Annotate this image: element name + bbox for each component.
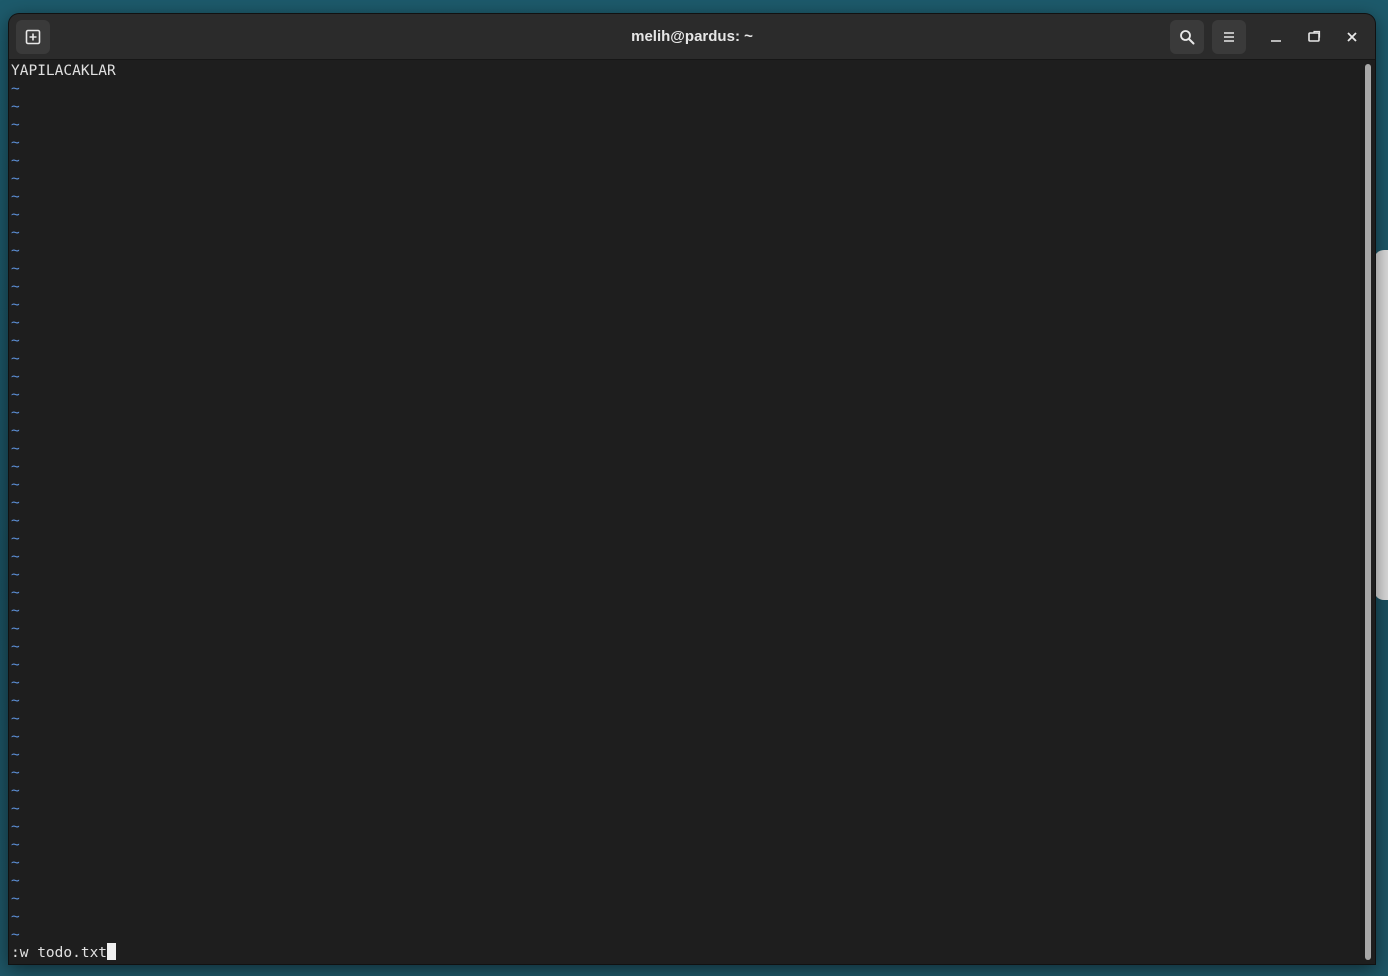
command-text: :w todo.txt [11,945,108,961]
empty-line-marker: ~ [11,441,20,457]
empty-line-marker: ~ [11,423,20,439]
empty-line-marker: ~ [11,729,20,745]
empty-line-marker: ~ [11,135,20,151]
background-window-edge [1374,250,1388,600]
empty-line-marker: ~ [11,711,20,727]
text-cursor [107,943,117,960]
search-icon [1180,30,1195,45]
new-tab-button[interactable] [16,20,50,54]
empty-line-marker: ~ [11,477,20,493]
main-menu-button[interactable] [1212,20,1246,54]
empty-line-marker: ~ [11,459,20,475]
empty-line-marker: ~ [11,207,20,223]
empty-line-marker: ~ [11,189,20,205]
empty-line-marker: ~ [11,243,20,259]
empty-line-marker: ~ [11,855,20,871]
close-button[interactable] [1339,24,1365,50]
scrollbar[interactable] [1365,64,1371,960]
command-line[interactable]: :w todo.txt [11,943,117,962]
empty-line-marker: ~ [11,567,20,583]
empty-line-marker: ~ [11,819,20,835]
empty-line-marker: ~ [11,369,20,385]
empty-line-marker: ~ [11,765,20,781]
empty-line-marker: ~ [11,693,20,709]
empty-line-marker: ~ [11,783,20,799]
terminal-content[interactable]: YAPILACAKLAR ~ ~ ~ ~ ~ ~ ~ ~ ~ ~ ~ ~ ~ ~ ~ ~ ~ ~ ~ ~ ~ ~ ~ ~ ~ ~ ~… [9,61,1361,964]
empty-line-marker: ~ [11,873,20,889]
empty-line-marker: ~ [11,495,20,511]
empty-line-marker: ~ [11,405,20,421]
empty-line-marker: ~ [11,603,20,619]
empty-line-marker: ~ [11,279,20,295]
empty-line-marker: ~ [11,621,20,637]
minimize-icon [1271,40,1281,42]
editor-line-1: YAPILACAKLAR [11,63,116,79]
search-button[interactable] [1170,20,1204,54]
empty-line-marker: ~ [11,549,20,565]
minimize-button[interactable] [1263,24,1289,50]
empty-line-marker: ~ [11,531,20,547]
empty-line-marker: ~ [11,909,20,925]
empty-line-marker: ~ [11,225,20,241]
empty-line-marker: ~ [11,927,20,943]
empty-line-marker: ~ [11,261,20,277]
maximize-icon [1308,30,1321,42]
empty-line-marker: ~ [11,315,20,331]
empty-line-marker: ~ [11,675,20,691]
empty-line-marker: ~ [11,387,20,403]
terminal-window[interactable]: melih@pardus: ~ YAPILACAKLAR ~ ~ ~ ~ ~ ~… [9,14,1375,964]
hamburger-menu-icon [1224,32,1234,42]
empty-lines: ~ ~ ~ ~ ~ ~ ~ ~ ~ ~ ~ ~ ~ ~ ~ ~ ~ ~ ~ ~ ~ ~ ~ ~ ~ ~ ~ ~ ~ ~ ~ ~ ~ ~ ~ ~ ~ ~ ~ ~… [11,80,1361,944]
header-bar: melih@pardus: ~ [9,14,1375,60]
empty-line-marker: ~ [11,171,20,187]
close-icon [1347,32,1357,42]
empty-line-marker: ~ [11,747,20,763]
empty-line-marker: ~ [11,297,20,313]
empty-line-marker: ~ [11,513,20,529]
empty-line-marker: ~ [11,153,20,169]
empty-line-marker: ~ [11,81,20,97]
empty-line-marker: ~ [11,117,20,133]
empty-line-marker: ~ [11,333,20,349]
empty-line-marker: ~ [11,351,20,367]
maximize-button[interactable] [1301,24,1327,50]
empty-line-marker: ~ [11,99,20,115]
empty-line-marker: ~ [11,891,20,907]
empty-line-marker: ~ [11,657,20,673]
empty-line-marker: ~ [11,585,20,601]
empty-line-marker: ~ [11,801,20,817]
empty-line-marker: ~ [11,639,20,655]
new-tab-icon [25,29,41,45]
empty-line-marker: ~ [11,837,20,853]
